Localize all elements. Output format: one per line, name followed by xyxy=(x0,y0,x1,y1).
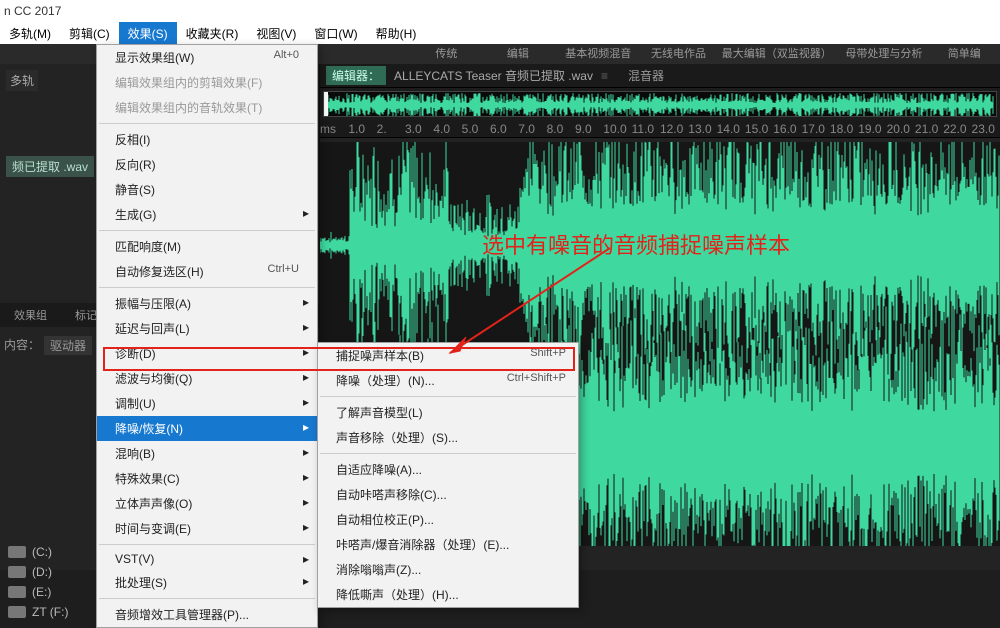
app-title: n CC 2017 xyxy=(4,4,61,18)
smi-dehiss[interactable]: 降低嘶声（处理）(H)... xyxy=(318,582,578,607)
content-label: 内容： xyxy=(4,336,40,355)
mi-generate[interactable]: 生成(G)▸ xyxy=(97,202,317,227)
mi-modulation[interactable]: 调制(U)▸ xyxy=(97,391,317,416)
mi-delay[interactable]: 延迟与回声(L)▸ xyxy=(97,316,317,341)
mi-show-effects-group[interactable]: 显示效果组(W)Alt+0 xyxy=(97,45,317,70)
drive-icon xyxy=(8,586,26,598)
menu-clip[interactable]: 剪辑(C) xyxy=(60,22,119,45)
drive-icon xyxy=(8,606,26,618)
tab-mixer[interactable]: 混音器 xyxy=(628,67,664,84)
ws-simple[interactable]: 简单编 xyxy=(929,44,1000,64)
mi-filter[interactable]: 滤波与均衡(Q)▸ xyxy=(97,366,317,391)
ws-edit[interactable]: 编辑 xyxy=(482,44,553,64)
mi-invert[interactable]: 反相(I) xyxy=(97,127,317,152)
mi-match-loudness[interactable]: 匹配响度(M) xyxy=(97,234,317,259)
mi-time-pitch[interactable]: 时间与变调(E)▸ xyxy=(97,516,317,541)
mi-silence[interactable]: 静音(S) xyxy=(97,177,317,202)
annotation-text: 选中有噪音的音频捕捉噪声样本 xyxy=(482,228,790,260)
smi-learn-sound-model[interactable]: 了解声音模型(L) xyxy=(318,400,578,425)
workspace: 传统 编辑 基本视频混音 无线电作品 最大编辑（双监视器） 母带处理与分析 简单… xyxy=(0,44,1000,570)
menu-help[interactable]: 帮助(H) xyxy=(367,22,426,45)
mi-special[interactable]: 特殊效果(C)▸ xyxy=(97,466,317,491)
drive-icon xyxy=(8,566,26,578)
mi-plugin-manager[interactable]: 音频增效工具管理器(P)... xyxy=(97,602,317,627)
menu-view[interactable]: 视图(V) xyxy=(247,22,305,45)
ws-radio[interactable]: 无线电作品 xyxy=(643,44,714,64)
menu-multitrack[interactable]: 多轨(M) xyxy=(0,22,60,45)
mi-vst[interactable]: VST(V)▸ xyxy=(97,548,317,570)
title-bar: n CC 2017 xyxy=(0,0,1000,22)
ws-basic[interactable]: 基本视频混音 xyxy=(554,44,643,64)
mi-amplitude[interactable]: 振幅与压限(A)▸ xyxy=(97,291,317,316)
mi-edit-clip-fx: 编辑效果组内的剪辑效果(F) xyxy=(97,70,317,95)
effects-dropdown: 显示效果组(W)Alt+0 编辑效果组内的剪辑效果(F) 编辑效果组内的音轨效果… xyxy=(96,44,318,628)
smi-sound-remove[interactable]: 声音移除（处理）(S)... xyxy=(318,425,578,450)
annotation-arrow xyxy=(430,243,630,373)
noise-submenu: 捕捉噪声样本(B)Shift+P 降噪（处理）(N)...Ctrl+Shift+… xyxy=(317,342,579,608)
time-ruler[interactable]: ms1.02.3.04.05.06.07.08.09.010.011.012.0… xyxy=(320,120,1000,138)
mi-batch[interactable]: 批处理(S)▸ xyxy=(97,570,317,595)
smi-auto-click-remove[interactable]: 自动咔嗒声移除(C)... xyxy=(318,482,578,507)
mi-diagnostics[interactable]: 诊断(D)▸ xyxy=(97,341,317,366)
drive-icon xyxy=(8,546,26,558)
mi-auto-heal[interactable]: 自动修复选区(H)Ctrl+U xyxy=(97,259,317,284)
menu-favorites[interactable]: 收藏夹(R) xyxy=(177,22,248,45)
smi-click-pop[interactable]: 咔嗒声/爆音消除器（处理）(E)... xyxy=(318,532,578,557)
toolbar-multitrack[interactable]: 多轨 xyxy=(6,70,38,91)
mi-noise-reduction[interactable]: 降噪/恢复(N)▸ xyxy=(97,416,317,441)
file-tab[interactable]: 频已提取 .wav xyxy=(6,156,94,177)
smi-adaptive[interactable]: 自适应降噪(A)... xyxy=(318,457,578,482)
editor-label: 编辑器： xyxy=(326,66,386,85)
tab-effects-group[interactable]: 效果组 xyxy=(0,303,61,327)
menu-bar: 多轨(M) 剪辑(C) 效果(S) 收藏夹(R) 视图(V) 窗口(W) 帮助(… xyxy=(0,22,1000,44)
ws-traditional[interactable]: 传统 xyxy=(411,44,482,64)
editor-filename: ALLEYCATS Teaser 音频已提取 .wav xyxy=(386,67,601,84)
smi-auto-phase[interactable]: 自动相位校正(P)... xyxy=(318,507,578,532)
ws-mother[interactable]: 母带处理与分析 xyxy=(839,44,928,64)
menu-window[interactable]: 窗口(W) xyxy=(305,22,366,45)
content-dropdown[interactable]: 驱动器 xyxy=(44,336,92,355)
mi-reverse[interactable]: 反向(R) xyxy=(97,152,317,177)
waveform-overview[interactable] xyxy=(323,91,997,117)
mi-edit-track-fx: 编辑效果组内的音轨效果(T) xyxy=(97,95,317,120)
ws-big[interactable]: 最大编辑（双监视器） xyxy=(714,44,839,64)
mi-stereo[interactable]: 立体声声像(O)▸ xyxy=(97,491,317,516)
menu-effects[interactable]: 效果(S) xyxy=(119,22,177,45)
mi-reverb[interactable]: 混响(B)▸ xyxy=(97,441,317,466)
editor-header: 编辑器： ALLEYCATS Teaser 音频已提取 .wav ≡ 混音器 xyxy=(320,64,1000,88)
